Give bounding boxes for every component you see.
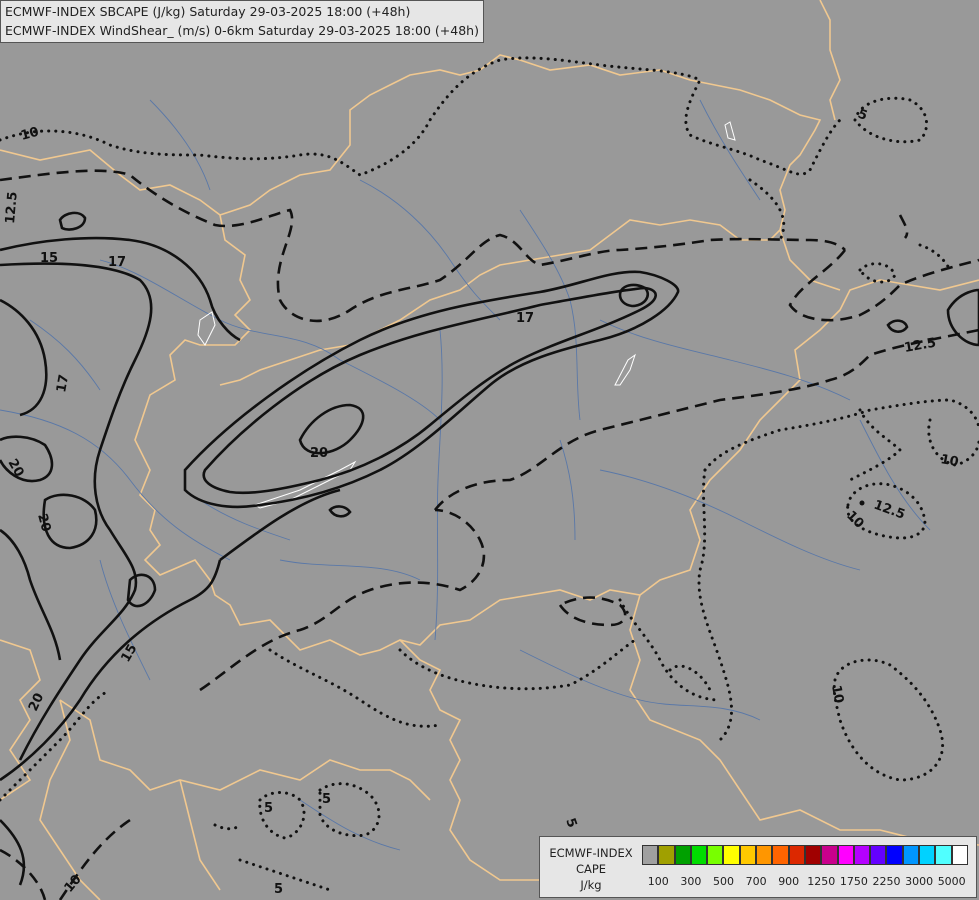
- legend-swatches: [642, 845, 968, 865]
- legend-swatch: [772, 845, 789, 865]
- cape-legend: ECMWF-INDEX CAPE J/kg 100 300 500 700 900 125…: [539, 836, 977, 898]
- contour-label: 5: [274, 882, 283, 897]
- legend-swatch: [886, 845, 903, 865]
- contour-label: 17: [108, 255, 126, 270]
- contour-label: 5: [322, 792, 331, 807]
- legend-swatch: [756, 845, 773, 865]
- contour-label: 10: [828, 684, 846, 704]
- contour-label: 20: [310, 446, 328, 461]
- legend-swatch: [804, 845, 822, 865]
- point-marker: [859, 500, 865, 506]
- legend-tick-label: 700: [745, 875, 767, 888]
- legend-swatch: [707, 845, 724, 865]
- legend-swatch: [658, 845, 675, 865]
- legend-swatch: [853, 845, 871, 865]
- contour-label: 10: [939, 452, 959, 470]
- legend-tick-label: 300: [680, 875, 702, 888]
- legend-tick-label: 900: [778, 875, 800, 888]
- legend-swatch: [837, 845, 854, 865]
- map-title-box: ECMWF-INDEX SBCAPE (J/kg) Saturday 29-03…: [0, 0, 484, 43]
- legend-tick-label: 1750: [839, 875, 868, 888]
- legend-swatch: [902, 845, 920, 865]
- legend-swatch: [739, 845, 757, 865]
- legend-tick-label: 3000: [905, 875, 934, 888]
- title-line-cape: ECMWF-INDEX SBCAPE (J/kg) Saturday 29-03…: [5, 4, 411, 19]
- contour-label: 17: [54, 373, 72, 393]
- legend-swatch: [723, 845, 740, 865]
- legend-swatch: [690, 845, 708, 865]
- legend-swatch: [935, 845, 952, 865]
- legend-tick-label: 1250: [807, 875, 836, 888]
- legend-swatch: [870, 845, 887, 865]
- legend-tick-label: 2250: [872, 875, 901, 888]
- contour-label: 12.5: [3, 191, 21, 224]
- legend-tick-label: 100: [647, 875, 669, 888]
- legend-title-line: CAPE: [575, 862, 607, 876]
- contour-label: 15: [40, 251, 58, 266]
- legend-title: ECMWF-INDEX CAPE J/kg: [544, 845, 638, 893]
- legend-swatch: [642, 845, 659, 865]
- legend-ticks: 100 300 500 700 900 1250 1750 2250 3000 5000: [642, 875, 972, 891]
- legend-swatch: [674, 845, 691, 865]
- legend-tick-label: 500: [713, 875, 734, 888]
- contour-label: 17: [516, 311, 534, 326]
- legend-swatch: [821, 845, 838, 865]
- legend-title-line: ECMWF-INDEX: [549, 846, 633, 860]
- weather-map: 10 12.5 15 17 17 20 17 20 20 15 20 12.5 …: [0, 0, 979, 900]
- legend-title-line: J/kg: [580, 878, 602, 892]
- contour-label: 5: [264, 801, 273, 816]
- legend-tick-label: 5000: [937, 875, 966, 888]
- legend-swatch: [951, 845, 968, 865]
- legend-swatch: [788, 845, 805, 865]
- legend-swatch: [919, 845, 936, 865]
- title-line-windshear: ECMWF-INDEX WindShear_ (m/s) 0-6km Satur…: [5, 23, 479, 38]
